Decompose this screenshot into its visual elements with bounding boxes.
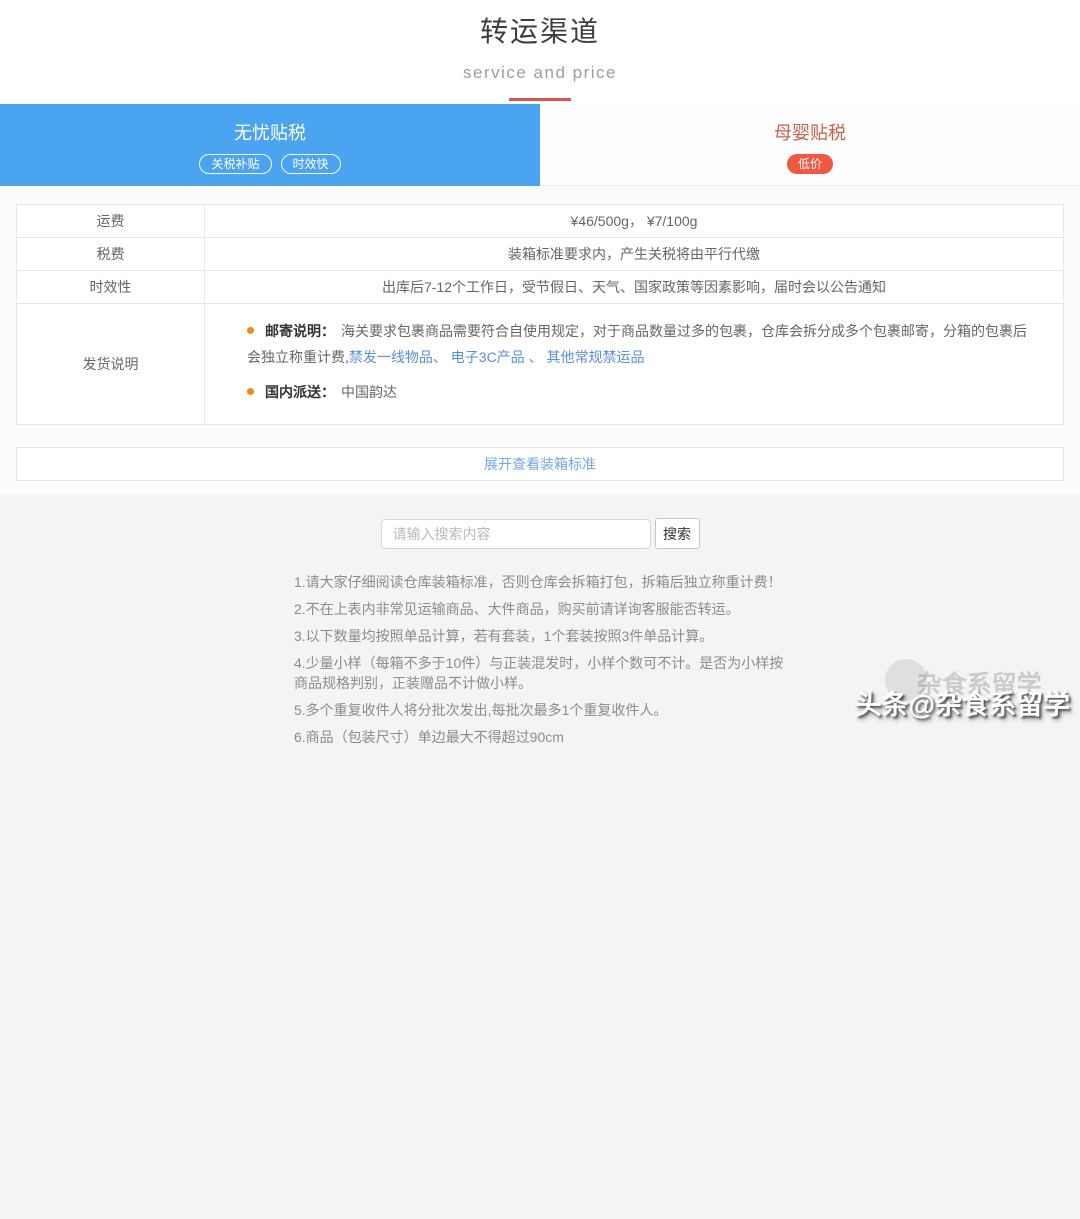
badge-low-price: 低价 <box>787 154 833 174</box>
page-title: 转运渠道 <box>0 10 1080 50</box>
tab-badges: 低价 <box>540 154 1080 174</box>
title-underline <box>509 98 571 101</box>
note-item-2: 2.不在上表内非常见运输商品、大件商品，购买前请详询客服能否转运。 <box>294 599 786 619</box>
row-value: 出库后7-12个工作日，受节假日、天气、国家政策等因素影响，届时会以公告通知 <box>205 271 1064 304</box>
domestic-delivery-label: 国内派送： <box>265 384 335 400</box>
note-item-5: 5.多个重复收件人将分批次发出,每批次最多1个重复收件人。 <box>294 700 786 720</box>
note-item-1: 1.请大家仔细阅读仓库装箱标准，否则仓库会拆箱打包，拆箱后独立称重计费！ <box>294 572 786 592</box>
price-panel: 运费 ¥46/500g， ¥7/100g 税费 装箱标准要求内，产生关税将由平行… <box>0 186 1080 495</box>
bullet-dot-icon <box>247 388 254 395</box>
tab-label: 无忧贴税 <box>0 119 540 145</box>
row-value: 邮寄说明：海关要求包裹商品需要符合自使用规定，对于商品数量过多的包裹，仓库会拆分… <box>205 304 1064 425</box>
link-other-banned-goods[interactable]: 其他常规禁运品 <box>543 349 645 365</box>
row-label: 税费 <box>17 238 205 271</box>
link-3c-products[interactable]: 电子3C产品 、 <box>447 349 543 365</box>
tab-worry-free-tax[interactable]: 无忧贴税 关税补贴 时效快 <box>0 104 540 186</box>
row-label: 时效性 <box>17 271 205 304</box>
note-item-6: 6.商品（包装尺寸）单边最大不得超过90cm <box>294 727 786 747</box>
mailing-note-label: 邮寄说明： <box>265 323 335 339</box>
search-row: 搜索 <box>0 518 1080 549</box>
note-item-3: 3.以下数量均按照单品计算，若有套装，1个套装按照3件单品计算。 <box>294 626 786 646</box>
price-table: 运费 ¥46/500g， ¥7/100g 税费 装箱标准要求内，产生关税将由平行… <box>16 204 1064 425</box>
lower-section: 搜索 1.请大家仔细阅读仓库装箱标准，否则仓库会拆箱打包，拆箱后独立称重计费！ … <box>0 495 1080 1219</box>
page-subtitle: service and price <box>0 63 1080 83</box>
badge-tariff-subsidy: 关税补贴 <box>199 154 271 174</box>
badge-fast-delivery: 时效快 <box>281 154 341 174</box>
bullet-dot-icon <box>247 327 254 334</box>
row-value: ¥46/500g， ¥7/100g <box>205 205 1064 238</box>
table-row-tax-fee: 税费 装箱标准要求内，产生关税将由平行代缴 <box>17 238 1064 271</box>
expand-packing-standard-button[interactable]: 展开查看装箱标准 <box>16 447 1064 481</box>
note-item-4: 4.少量小样（每箱不多于10件）与正装混发时，小样个数可不计。是否为小样按商品规… <box>294 653 786 693</box>
row-label: 运费 <box>17 205 205 238</box>
row-label: 发货说明 <box>17 304 205 425</box>
tab-label: 母婴贴税 <box>540 119 1080 145</box>
tab-mother-baby-tax[interactable]: 母婴贴税 低价 <box>540 104 1080 186</box>
mailing-note: 邮寄说明：海关要求包裹商品需要符合自使用规定，对于商品数量过多的包裹，仓库会拆分… <box>247 318 1039 370</box>
tab-badges: 关税补贴 时效快 <box>0 154 540 174</box>
domestic-delivery-text: 中国韵达 <box>341 384 397 400</box>
search-button[interactable]: 搜索 <box>655 518 700 549</box>
page-header: 转运渠道 service and price <box>0 0 1080 104</box>
table-row-shipping-fee: 运费 ¥46/500g， ¥7/100g <box>17 205 1064 238</box>
link-prohibited-items[interactable]: 禁发一线物品、 <box>349 349 447 365</box>
table-row-timeliness: 时效性 出库后7-12个工作日，受节假日、天气、国家政策等因素影响，届时会以公告… <box>17 271 1064 304</box>
domestic-delivery-note: 国内派送： 中国韵达 <box>247 379 1039 405</box>
channel-tabbar: 无忧贴税 关税补贴 时效快 母婴贴税 低价 <box>0 104 1080 186</box>
table-row-shipping-notes: 发货说明 邮寄说明：海关要求包裹商品需要符合自使用规定，对于商品数量过多的包裹，… <box>17 304 1064 425</box>
search-input[interactable] <box>381 519 651 549</box>
notes-list: 1.请大家仔细阅读仓库装箱标准，否则仓库会拆箱打包，拆箱后独立称重计费！ 2.不… <box>294 572 786 747</box>
row-value: 装箱标准要求内，产生关税将由平行代缴 <box>205 238 1064 271</box>
